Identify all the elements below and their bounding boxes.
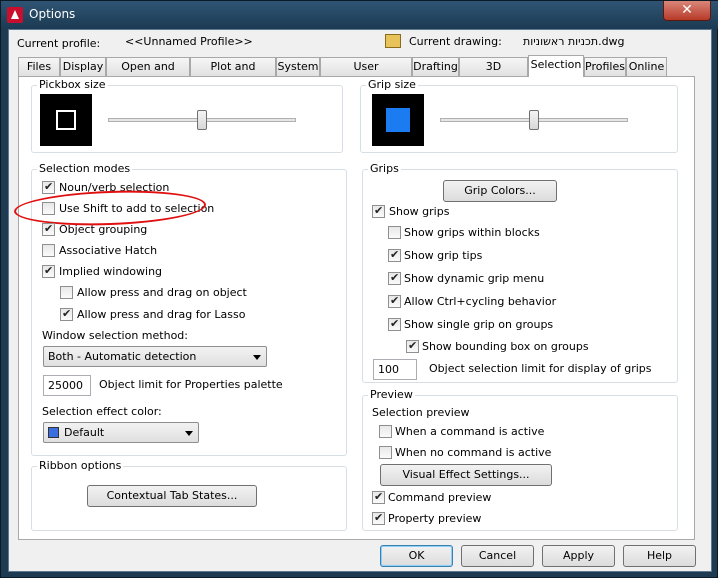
grip-limit-label: Object selection limit for display of gr… [429, 362, 652, 375]
show-grips-blocks-label: Show grips within blocks [404, 226, 540, 239]
grip-size-preview [372, 94, 424, 146]
show-dynamic-menu-label: Show dynamic grip menu [404, 272, 545, 285]
apply-button[interactable]: Apply [542, 545, 615, 567]
tab-user-preferences[interactable]: User Preferences [320, 57, 412, 90]
grip-limit-input[interactable]: 100 [373, 359, 417, 380]
single-grip-label: Show single grip on groups [404, 318, 554, 331]
tab-files[interactable]: Files [18, 57, 60, 76]
effect-color-dropdown[interactable]: Default [43, 422, 199, 443]
ok-button[interactable]: OK [380, 545, 453, 567]
implied-windowing-label: Implied windowing [59, 265, 163, 278]
tab-online[interactable]: Online [626, 57, 667, 76]
title-bar[interactable]: Options ✕ [1, 1, 718, 29]
object-grouping-checkbox[interactable] [42, 222, 55, 236]
pickbox-preview [40, 94, 92, 146]
property-preview-checkbox[interactable] [372, 511, 385, 525]
object-limit-input[interactable]: 25000 [43, 375, 91, 396]
associative-hatch-checkbox[interactable] [42, 244, 55, 257]
command-preview-label: Command preview [388, 491, 492, 504]
grip-size-slider-thumb[interactable] [529, 110, 539, 130]
chevron-down-icon [185, 431, 193, 436]
window-title: Options [29, 7, 76, 21]
press-drag-object-checkbox[interactable] [60, 286, 73, 299]
grip-colors-button[interactable]: Grip Colors... [443, 180, 557, 202]
object-grouping-label: Object grouping [59, 223, 148, 236]
show-grip-tips-checkbox[interactable] [388, 248, 401, 262]
ctrl-cycling-checkbox[interactable] [388, 294, 401, 308]
selection-preview-label: Selection preview [372, 406, 470, 419]
tab-drafting[interactable]: Drafting [412, 57, 459, 76]
window-method-label: Window selection method: [42, 329, 188, 342]
grip-size-title: Grip size [366, 78, 418, 91]
when-active-checkbox[interactable] [379, 425, 392, 438]
tab-3d-modeling[interactable]: 3D Modeling [459, 57, 528, 90]
show-grip-tips-label: Show grip tips [404, 249, 483, 262]
tab-system[interactable]: System [276, 57, 320, 76]
command-preview-checkbox[interactable] [372, 490, 385, 504]
show-grips-label: Show grips [389, 205, 450, 218]
color-swatch-icon [48, 427, 59, 438]
contextual-tab-states-button[interactable]: Contextual Tab States... [87, 485, 257, 507]
pickbox-slider-thumb[interactable] [197, 110, 207, 130]
window-method-dropdown[interactable]: Both - Automatic detection [43, 346, 267, 367]
tab-display[interactable]: Display [60, 57, 106, 76]
associative-hatch-label: Associative Hatch [59, 244, 158, 257]
pickbox-title: Pickbox size [37, 78, 108, 91]
show-grips-checkbox[interactable] [372, 204, 385, 218]
bounding-box-label: Show bounding box on groups [422, 340, 589, 353]
drawing-icon [385, 34, 401, 48]
current-drawing-label: Current drawing: [409, 35, 502, 48]
grip-square [386, 108, 410, 132]
dialog-client: Current profile: <<Unnamed Profile>> Cur… [8, 29, 712, 572]
implied-windowing-checkbox[interactable] [42, 264, 55, 278]
tab-plot-and-publish[interactable]: Plot and Publish [190, 57, 276, 90]
object-limit-label: Object limit for Properties palette [99, 378, 283, 391]
selection-modes-title: Selection modes [37, 162, 133, 175]
ribbon-options-title: Ribbon options [37, 459, 124, 472]
press-drag-lasso-checkbox[interactable] [60, 307, 73, 321]
press-drag-object-label: Allow press and drag on object [77, 286, 247, 299]
effect-color-value: Default [64, 426, 105, 439]
tab-open-and-save[interactable]: Open and Save [106, 57, 190, 90]
effect-color-label: Selection effect color: [42, 405, 162, 418]
tab-profiles[interactable]: Profiles [584, 57, 626, 76]
single-grip-checkbox[interactable] [388, 317, 401, 331]
tab-selection[interactable]: Selection [528, 55, 584, 77]
current-profile-value: <<Unnamed Profile>> [125, 35, 253, 48]
current-drawing-value: תכניות ראשוניות.dwg [523, 35, 625, 48]
preview-title: Preview [368, 388, 415, 401]
noun-verb-checkbox[interactable] [42, 180, 55, 194]
help-button[interactable]: Help [623, 545, 696, 567]
when-no-command-label: When no command is active [395, 446, 552, 459]
options-window: Options ✕ Current profile: <<Unnamed Pro… [0, 0, 718, 578]
ctrl-cycling-label: Allow Ctrl+cycling behavior [404, 295, 557, 308]
autocad-logo-icon [7, 7, 23, 23]
pickbox-square [56, 110, 76, 130]
visual-effect-settings-button[interactable]: Visual Effect Settings... [380, 464, 552, 486]
show-dynamic-menu-checkbox[interactable] [388, 271, 401, 285]
property-preview-label: Property preview [388, 512, 482, 525]
chevron-down-icon [253, 355, 261, 360]
window-method-value: Both - Automatic detection [48, 350, 197, 363]
press-drag-lasso-label: Allow press and drag for Lasso [77, 308, 246, 321]
selection-panel: Pickbox size Grip size Selection modes N… [13, 76, 695, 540]
grips-title: Grips [368, 162, 401, 175]
show-grips-blocks-checkbox[interactable] [388, 226, 401, 239]
bounding-box-checkbox[interactable] [406, 339, 419, 353]
when-active-label: When a command is active [395, 425, 545, 438]
when-no-command-checkbox[interactable] [379, 446, 392, 459]
cancel-button[interactable]: Cancel [461, 545, 534, 567]
current-profile-label: Current profile: [17, 37, 101, 50]
close-button[interactable]: ✕ [663, 1, 711, 21]
